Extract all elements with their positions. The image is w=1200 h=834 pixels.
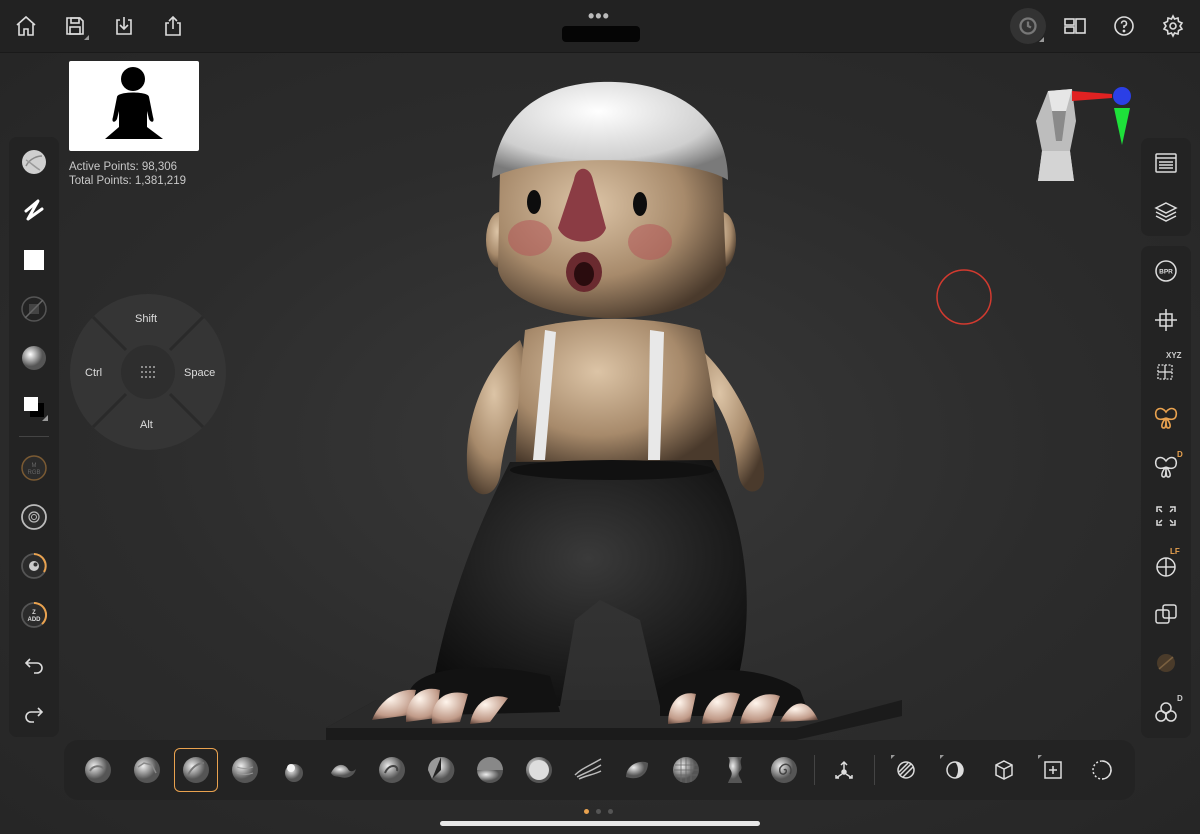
dynamesh-icon[interactable] xyxy=(1082,750,1122,790)
transform-gizmo-icon[interactable] xyxy=(1146,300,1186,340)
brush-cursor-ring xyxy=(936,269,992,325)
menu-dots[interactable]: ••• xyxy=(588,6,610,27)
import-icon[interactable] xyxy=(108,10,140,42)
draw-size-icon[interactable] xyxy=(14,497,54,537)
layers-icon[interactable] xyxy=(1146,192,1186,232)
floor-grid-icon[interactable] xyxy=(1146,545,1186,585)
mask-brush[interactable] xyxy=(666,750,706,790)
pinch-brush[interactable] xyxy=(715,750,755,790)
settings-icon[interactable] xyxy=(1157,10,1189,42)
page-indicator[interactable] xyxy=(608,809,613,814)
color-swatch-icon[interactable] xyxy=(14,387,54,427)
divider xyxy=(19,436,49,437)
matcap-sphere-icon[interactable] xyxy=(14,338,54,378)
top-bar: ••• xyxy=(0,0,1200,53)
dam-standard-brush[interactable] xyxy=(372,750,412,790)
save-icon[interactable] xyxy=(59,10,91,42)
dynamic-label: D xyxy=(1177,450,1183,459)
rgb-intensity-icon[interactable]: M RGB xyxy=(14,448,54,488)
bpr-render-icon[interactable]: BPR xyxy=(1146,251,1186,291)
undo-icon[interactable] xyxy=(14,644,54,684)
active-points-text: Active Points: 98,306 xyxy=(69,161,178,173)
inflate-brush[interactable] xyxy=(274,750,314,790)
svg-text:ADD: ADD xyxy=(28,617,42,623)
z-intensity-icon[interactable]: Z ADD xyxy=(14,595,54,635)
focal-shift-icon[interactable] xyxy=(14,546,54,586)
polyframe-icon[interactable] xyxy=(1146,643,1186,683)
home-icon[interactable] xyxy=(10,10,42,42)
svg-text:Z: Z xyxy=(32,610,36,616)
stroke-icon[interactable] xyxy=(14,191,54,231)
edit-mode-icon[interactable] xyxy=(935,750,975,790)
material-sphere-icon[interactable] xyxy=(14,142,54,182)
local-frame-label: LF xyxy=(1170,547,1180,556)
separator xyxy=(874,755,875,785)
silhouette-thumbnail[interactable] xyxy=(69,61,199,151)
alt-key[interactable]: Alt xyxy=(140,419,153,431)
svg-text:RGB: RGB xyxy=(27,470,40,476)
cube-icon[interactable] xyxy=(984,750,1024,790)
redo-icon[interactable] xyxy=(14,693,54,733)
right-toolbar: BPR XYZ D LF D xyxy=(1141,246,1191,738)
svg-text:M: M xyxy=(32,463,37,469)
solo-label: D xyxy=(1177,694,1183,703)
page-indicator[interactable] xyxy=(596,809,601,814)
frame-icon[interactable] xyxy=(1146,496,1186,536)
shift-key[interactable]: Shift xyxy=(135,313,157,325)
trim-dynamic-brush[interactable] xyxy=(421,750,461,790)
separator xyxy=(814,755,815,785)
svg-text:BPR: BPR xyxy=(1159,269,1173,276)
home-indicator[interactable] xyxy=(440,821,760,826)
navigation-head-icon[interactable] xyxy=(1026,81,1136,221)
gizmo-icon[interactable] xyxy=(824,750,864,790)
ctrl-key[interactable]: Ctrl xyxy=(85,367,102,379)
symmetry-butterfly-icon[interactable] xyxy=(1146,398,1186,438)
transparency-icon[interactable] xyxy=(1146,594,1186,634)
share-icon[interactable] xyxy=(157,10,189,42)
history-icon[interactable] xyxy=(1010,8,1046,44)
space-key[interactable]: Space xyxy=(184,367,215,379)
claybuildup-brush[interactable] xyxy=(78,750,118,790)
page-indicator-active[interactable] xyxy=(584,809,589,814)
left-toolbar: M RGB Z ADD xyxy=(9,137,59,737)
modifier-dial: Shift Ctrl Space Alt xyxy=(69,293,227,451)
redacted-title xyxy=(562,26,640,42)
move-brush[interactable] xyxy=(323,750,363,790)
clay-brush[interactable] xyxy=(127,750,167,790)
hpolish-brush[interactable] xyxy=(470,750,510,790)
draw-mode-icon[interactable] xyxy=(886,750,926,790)
smooth-sphere-brush[interactable] xyxy=(225,750,265,790)
spiral-brush[interactable] xyxy=(764,750,804,790)
layout-icon[interactable] xyxy=(1059,10,1091,42)
point-stats: Active Points: 98,306 Total Points: 1,38… xyxy=(69,160,186,188)
brush-bar xyxy=(64,740,1135,800)
keypad-icon[interactable] xyxy=(140,365,156,379)
right-toolbar-top xyxy=(1141,138,1191,236)
alpha-square-icon[interactable] xyxy=(14,240,54,280)
texture-disabled-icon[interactable] xyxy=(14,289,54,329)
help-icon[interactable] xyxy=(1108,10,1140,42)
frame-mesh-icon[interactable] xyxy=(1033,750,1073,790)
subtool-list-icon[interactable] xyxy=(1146,143,1186,183)
xyz-label: XYZ xyxy=(1166,351,1182,360)
total-points-text: Total Points: 1,381,219 xyxy=(69,175,186,187)
standard-brush[interactable] xyxy=(174,748,218,792)
orb-brush[interactable] xyxy=(617,750,657,790)
snakehook-brush[interactable] xyxy=(568,750,608,790)
flatten-brush[interactable] xyxy=(519,750,559,790)
